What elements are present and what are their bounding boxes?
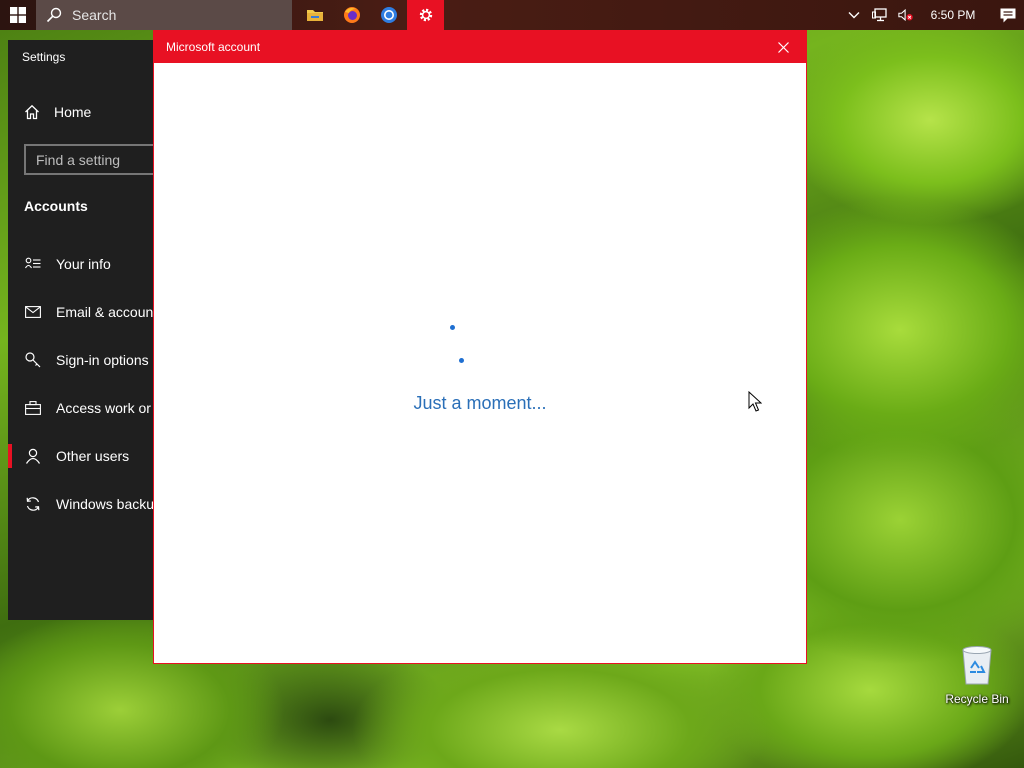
nav-item-access-work-school[interactable]: Access work or school (24, 399, 158, 417)
home-icon (25, 104, 39, 120)
person-icon (24, 447, 42, 465)
taskbar-clock[interactable]: 6:50 PM (924, 8, 982, 22)
find-setting-placeholder: Find a setting (36, 151, 121, 168)
volume-tray-button[interactable] (898, 7, 914, 23)
chevron-up-icon (848, 12, 860, 19)
find-setting-input[interactable]: Find a setting (24, 144, 158, 175)
nav-item-label: Windows backup (56, 496, 158, 512)
taskbar: Search 6:50 PM (0, 0, 1024, 30)
search-icon (46, 7, 62, 23)
nav-item-email-accounts[interactable]: Email & accounts (24, 303, 158, 321)
dialog-close-button[interactable] (760, 31, 806, 63)
nav-home-label: Home (54, 104, 92, 120)
selected-indicator (8, 444, 12, 468)
settings-window-title: Settings (22, 50, 66, 64)
chrome-icon (380, 7, 397, 23)
loading-spinner-dot (459, 358, 464, 363)
microsoft-account-dialog: Microsoft account Just a moment... (153, 30, 807, 664)
nav-item-windows-backup[interactable]: Windows backup (24, 495, 158, 513)
nav-item-label: Access work or school (56, 400, 158, 416)
taskbar-firefox[interactable] (333, 0, 370, 30)
recycle-bin-icon (962, 646, 992, 685)
taskbar-search-placeholder: Search (72, 7, 117, 23)
file-explorer-icon (306, 10, 323, 21)
start-button[interactable] (0, 0, 36, 30)
taskbar-file-explorer[interactable] (296, 0, 333, 30)
person-list-icon (24, 255, 42, 273)
nav-item-your-info[interactable]: Your info (24, 255, 111, 273)
nav-item-sign-in-options[interactable]: Sign-in options (24, 351, 149, 369)
dialog-titlebar[interactable]: Microsoft account (154, 31, 806, 63)
firefox-icon (343, 7, 360, 23)
nav-item-other-users[interactable]: Other users (24, 447, 129, 465)
windows-logo-icon (10, 7, 26, 23)
network-tray-button[interactable] (872, 7, 888, 23)
settings-icon (419, 8, 432, 22)
taskbar-settings[interactable] (407, 0, 444, 30)
loading-spinner-dot (450, 325, 455, 330)
dialog-title: Microsoft account (166, 40, 261, 54)
mouse-cursor-icon (748, 391, 762, 412)
sync-icon (24, 495, 42, 513)
loading-message: Just a moment... (413, 393, 547, 413)
close-icon (777, 41, 789, 53)
recycle-bin-label: Recycle Bin (945, 692, 1009, 706)
briefcase-icon (24, 399, 42, 417)
taskbar-search[interactable]: Search (36, 0, 292, 30)
nav-item-label: Your info (56, 256, 111, 272)
notification-icon (1000, 8, 1016, 22)
key-icon (24, 351, 42, 369)
volume-muted-icon (898, 8, 913, 22)
section-heading-accounts: Accounts (24, 198, 88, 214)
nav-home[interactable]: Home (24, 104, 91, 120)
mail-icon (24, 303, 42, 321)
taskbar-chrome[interactable] (370, 0, 407, 30)
nav-item-label: Sign-in options (56, 352, 149, 368)
network-icon (872, 8, 887, 22)
show-hidden-icons-button[interactable] (846, 7, 862, 23)
nav-item-label: Email & accounts (56, 304, 158, 320)
recycle-bin-shortcut[interactable]: Recycle Bin (942, 642, 1012, 706)
nav-item-label: Other users (56, 448, 130, 464)
settings-window: Settings Home Find a setting Accounts Yo… (8, 40, 158, 620)
action-center-button[interactable] (1000, 7, 1016, 23)
